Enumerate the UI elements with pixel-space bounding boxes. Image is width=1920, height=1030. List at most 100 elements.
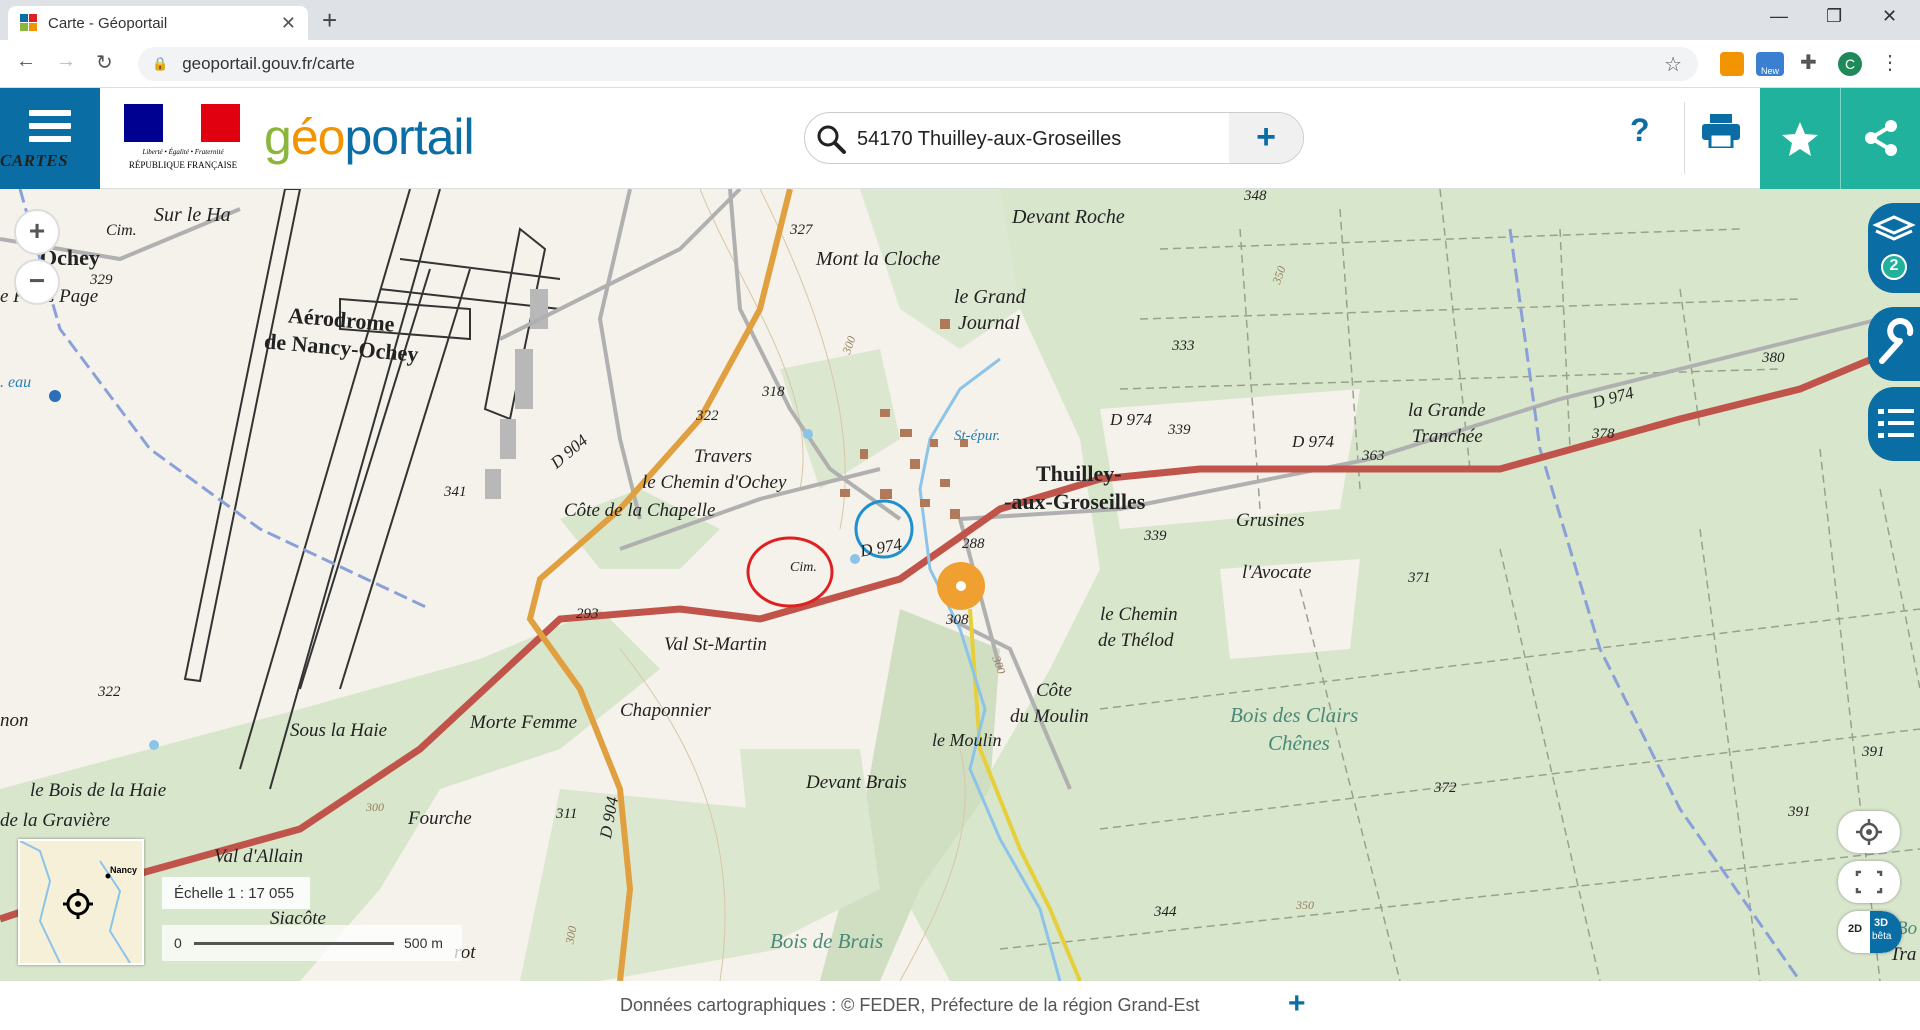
map-label: Fourche — [408, 808, 472, 829]
legend-button[interactable] — [1868, 387, 1920, 461]
maximize-icon[interactable]: ❐ — [1826, 6, 1842, 27]
map-label: le Grand — [954, 286, 1026, 308]
minimize-icon[interactable]: — — [1770, 6, 1788, 27]
map-label: du Moulin — [1010, 706, 1089, 727]
map-label: Devant Brais — [806, 772, 907, 793]
browser-menu-icon[interactable]: ⋮ — [1880, 52, 1904, 76]
search-input[interactable] — [857, 125, 1197, 153]
map-label: Tranchée — [1412, 426, 1483, 447]
search-box: + — [804, 112, 1304, 164]
2d-3d-toggle[interactable]: 2D 3D bêta — [1838, 911, 1902, 953]
map-label: l'Avocate — [1242, 562, 1312, 583]
map-label: 322 — [98, 684, 121, 700]
hamburger-icon — [29, 110, 71, 142]
scale-bar: 0 500 m — [162, 925, 462, 961]
print-icon[interactable] — [1702, 114, 1740, 148]
browser-tab-bar: Carte - Géoportail ✕ + — ❐ ✕ — [0, 0, 1920, 40]
star-icon — [1782, 122, 1818, 156]
reload-icon[interactable]: ↻ — [96, 50, 113, 75]
map-label: Val St-Martin — [664, 634, 767, 655]
back-icon[interactable]: ← — [16, 50, 36, 73]
new-tab-button[interactable]: + — [322, 6, 337, 34]
map-label: Bois de Brais — [770, 929, 884, 953]
tab-close-icon[interactable]: ✕ — [281, 13, 296, 34]
puzzle-icon[interactable]: ✚ — [1800, 52, 1824, 76]
map-label: le Bois de la Haie — [30, 780, 167, 801]
wrench-icon — [1879, 318, 1914, 364]
map-label: le Chemin d'Ochey — [642, 472, 787, 493]
fullscreen-button[interactable] — [1838, 861, 1900, 903]
url-bar[interactable]: 🔒 geoportail.gouv.fr/carte ☆ — [138, 47, 1698, 81]
layers-button[interactable]: 2 — [1868, 203, 1920, 293]
scale-ratio: Échelle 1 : 17 055 — [162, 877, 310, 909]
map-label: -aux-Groseilles — [1004, 489, 1146, 514]
2d-button[interactable]: 2D — [1848, 923, 1862, 935]
fullscreen-icon — [1855, 870, 1883, 894]
map-label: Chaponnier — [620, 700, 711, 721]
map-label: 311 — [556, 806, 578, 822]
map-label: 300 — [366, 800, 384, 814]
map-label: la Grande — [1408, 400, 1486, 421]
extension-new-icon[interactable]: New — [1756, 52, 1784, 76]
geoportail-favicon — [20, 14, 38, 32]
map-label: 327 — [790, 222, 813, 238]
map-label: St-épur. — [954, 428, 1001, 444]
layers-count-badge: 2 — [1889, 257, 1899, 274]
attribution-text: Données cartographiques : © FEDER, Préfe… — [620, 995, 1200, 1015]
crosshair-icon — [1856, 819, 1882, 845]
map-view[interactable]: Ochey Sur le Ha Cim. 329 e Frais Page . … — [0, 189, 1920, 981]
favorites-button[interactable] — [1760, 88, 1840, 189]
bookmark-star-icon[interactable]: ☆ — [1664, 52, 1682, 77]
zoom-in-button[interactable]: + — [14, 209, 60, 255]
rf-motto: Liberté • Égalité • Fraternité — [142, 148, 224, 156]
geolocate-button[interactable] — [1838, 811, 1900, 853]
map-label: 380 — [1762, 350, 1785, 366]
map-label: Sur le Ha — [154, 204, 231, 226]
map-label: Chênes — [1268, 731, 1330, 755]
layers-icon — [1872, 215, 1916, 280]
map-label: Devant Roche — [1012, 206, 1125, 228]
profile-avatar[interactable]: C — [1838, 52, 1862, 76]
cartes-label: CARTES — [0, 151, 69, 170]
share-icon — [1865, 120, 1897, 156]
forward-icon[interactable]: → — [56, 50, 76, 73]
map-label: Journal — [958, 312, 1021, 334]
extension-icon[interactable] — [1720, 52, 1744, 76]
map-label: de Thélod — [1098, 630, 1174, 651]
map-label: 363 — [1362, 448, 1385, 464]
close-window-icon[interactable]: ✕ — [1882, 6, 1897, 27]
zoom-controls: + − — [14, 207, 60, 305]
map-label: 322 — [696, 408, 719, 424]
attribution-more-button[interactable]: + — [1288, 987, 1306, 1021]
map-label: Grusines — [1236, 510, 1305, 531]
search-icon[interactable] — [815, 123, 847, 155]
map-label: Mont la Cloche — [816, 248, 941, 270]
map-label: le Chemin — [1100, 604, 1178, 625]
browser-tab[interactable]: Carte - Géoportail ✕ — [8, 6, 308, 40]
list-icon — [1878, 409, 1914, 438]
overview-minimap[interactable]: Nancy — [18, 839, 144, 965]
map-label: 371 — [1408, 570, 1431, 586]
zoom-out-button[interactable]: − — [14, 259, 60, 305]
map-label: Travers — [694, 446, 753, 467]
republique-francaise-logo: Liberté • Égalité • Fraternité RÉPUBLIQU… — [124, 104, 242, 174]
geoportail-logo[interactable]: géoportail — [264, 108, 475, 166]
geoportail-header: CARTES Liberté • Égalité • Fraternité RÉ… — [0, 88, 1920, 189]
cartes-button[interactable]: CARTES — [0, 88, 100, 189]
search-advanced-button[interactable]: + — [1229, 113, 1303, 163]
map-label: Cim. — [790, 560, 817, 575]
help-button[interactable]: ? — [1630, 112, 1650, 149]
tools-button[interactable] — [1868, 307, 1920, 381]
map-label: Sous la Haie — [290, 720, 388, 741]
share-button[interactable] — [1840, 88, 1920, 189]
map-label: D 974 — [1292, 432, 1335, 451]
url-text: geoportail.gouv.fr/carte — [182, 54, 355, 73]
map-label: 300 — [562, 924, 580, 946]
map-label: 372 — [1434, 780, 1457, 796]
map-label: Thuilley- — [1036, 461, 1122, 486]
map-label: 350 — [1296, 898, 1314, 912]
map-label: 288 — [962, 536, 985, 552]
rf-name: RÉPUBLIQUE FRANÇAISE — [128, 160, 238, 170]
map-label: 391 — [1862, 744, 1885, 760]
map-label: 308 — [946, 612, 969, 628]
